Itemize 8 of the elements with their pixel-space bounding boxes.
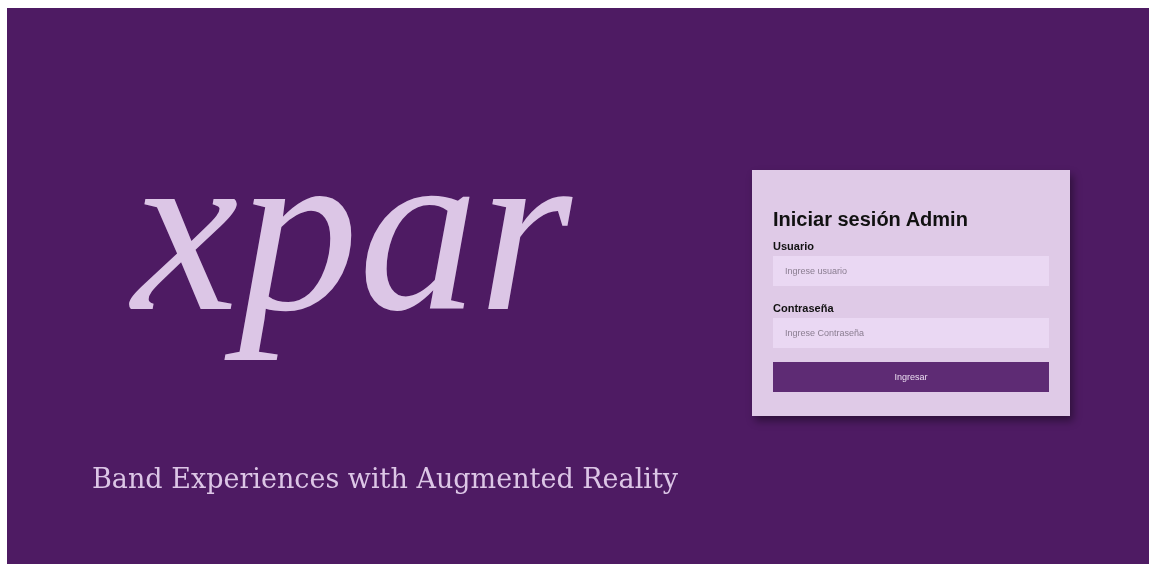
field-label: Usuario [773, 240, 815, 252]
field-label: Contraseña [773, 302, 835, 314]
login-button[interactable]: Ingresar [773, 362, 1049, 392]
logo: xpar [102, 78, 612, 378]
login-title: Iniciar sesión Admin [773, 208, 969, 231]
username-field[interactable]: Ingrese Contraseña [773, 318, 1049, 348]
tagline: Band Experiences with Augmented Reality [92, 463, 679, 494]
username-field[interactable]: Ingrese usuario [773, 256, 1049, 286]
